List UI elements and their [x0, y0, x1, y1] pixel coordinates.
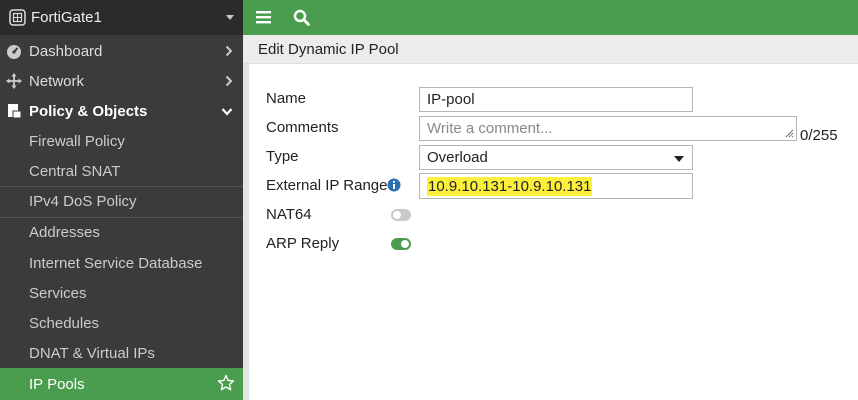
sidebar-subitem-ipv4-dos-policy[interactable]: IPv4 DoS Policy	[0, 186, 243, 216]
comments-label: Comments	[266, 119, 339, 136]
sidebar-subitem-services[interactable]: Services	[0, 278, 243, 308]
sidebar-item-label: IP Pools	[29, 375, 85, 393]
external-ip-range-label: External IP Range	[266, 177, 388, 194]
comments-textarea[interactable]: Write a comment...	[419, 116, 797, 141]
name-label: Name	[266, 90, 307, 107]
chevron-down-icon	[221, 104, 233, 121]
top-bar	[243, 0, 858, 35]
chevron-right-icon	[225, 44, 233, 61]
fortigate-device-icon	[9, 9, 26, 26]
arp-reply-toggle[interactable]	[391, 238, 411, 250]
network-move-icon	[6, 73, 22, 89]
sidebar-item-label: Network	[29, 72, 85, 90]
sidebar-subitem-central-snat[interactable]: Central SNAT	[0, 156, 243, 186]
external-ip-range-value: 10.9.10.131-10.9.10.131	[427, 176, 593, 196]
sidebar-subitem-schedules[interactable]: Schedules	[0, 308, 243, 338]
info-icon[interactable]	[387, 178, 401, 195]
toggle-knob	[401, 240, 409, 248]
device-selector[interactable]: FortiGate1	[0, 0, 243, 35]
sidebar: FortiGate1 Dashboard Network Policy & Ob…	[0, 0, 243, 400]
sidebar-item-label: Policy & Objects	[29, 102, 148, 120]
sidebar-item-policy-objects[interactable]: Policy & Objects	[0, 96, 243, 126]
external-ip-range-input[interactable]: 10.9.10.131-10.9.10.131	[419, 173, 693, 199]
sidebar-subitem-internet-service-database[interactable]: Internet Service Database	[0, 248, 243, 278]
menu-icon[interactable]	[256, 9, 272, 28]
device-name: FortiGate1	[31, 9, 102, 26]
type-label: Type	[266, 148, 299, 165]
sidebar-subitem-ip-pools[interactable]: IP Pools	[0, 368, 243, 400]
content-divider	[243, 64, 249, 400]
search-icon[interactable]	[293, 9, 310, 29]
chevron-down-icon	[226, 15, 234, 20]
comments-counter: 0/255	[800, 127, 838, 144]
comments-placeholder: Write a comment...	[427, 120, 553, 137]
sidebar-item-label: Dashboard	[29, 42, 103, 60]
nat64-label: NAT64	[266, 206, 312, 223]
favorite-star-icon[interactable]	[217, 374, 235, 396]
dashboard-icon	[6, 43, 22, 59]
toggle-knob	[393, 211, 401, 219]
sidebar-subitem-firewall-policy[interactable]: Firewall Policy	[0, 126, 243, 156]
chevron-right-icon	[225, 74, 233, 91]
policy-document-icon	[6, 103, 22, 119]
arp-reply-label: ARP Reply	[266, 235, 340, 252]
type-selected-value: Overload	[427, 149, 488, 166]
sidebar-subitem-addresses[interactable]: Addresses	[0, 217, 243, 247]
nat64-toggle[interactable]	[391, 209, 411, 221]
page-title: Edit Dynamic IP Pool	[243, 35, 858, 64]
name-input[interactable]: IP-pool	[419, 87, 693, 112]
dropdown-arrow-icon	[674, 156, 684, 162]
resize-handle-icon[interactable]	[784, 128, 794, 138]
sidebar-item-dashboard[interactable]: Dashboard	[0, 36, 243, 66]
sidebar-subitem-dnat-virtual-ips[interactable]: DNAT & Virtual IPs	[0, 338, 243, 368]
type-select[interactable]: Overload	[419, 145, 693, 170]
sidebar-item-network[interactable]: Network	[0, 66, 243, 96]
